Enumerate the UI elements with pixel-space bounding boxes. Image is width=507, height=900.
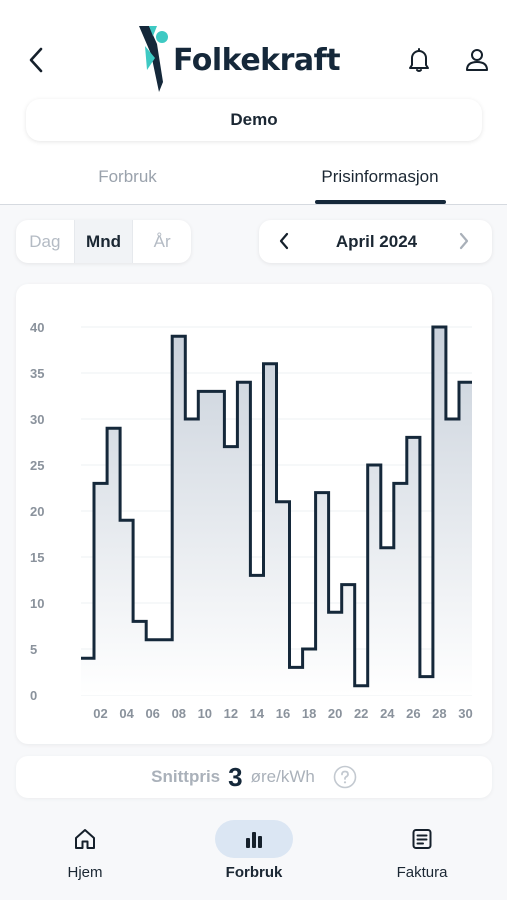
account-name: Demo [230,110,278,129]
question-circle-icon [333,765,357,789]
price-chart-card: 0 5 10 15 20 25 30 35 40 02 04 06 08 10 12 14 16 18 20 22 2… [16,284,492,744]
x-tick-label: 20 [328,706,342,721]
nav-item-faktura[interactable]: Faktura [362,806,482,900]
back-button[interactable] [20,44,52,76]
period-option-ar[interactable]: År [133,220,191,263]
y-tick-label: 10 [30,596,44,611]
period-option-mnd[interactable]: Mnd [73,220,134,263]
logo-text: Folkekraft [173,42,341,78]
price-chart: 0 5 10 15 20 25 30 35 40 02 04 06 08 10 12 14 16 18 20 22 2… [30,320,473,721]
x-tick-label: 06 [145,706,159,721]
x-tick-label: 02 [93,706,107,721]
x-tick-label: 08 [172,706,186,721]
bar-chart-icon [246,832,262,848]
chevron-left-icon [29,47,43,73]
next-month-button[interactable] [449,226,479,256]
logo-mark-icon [139,26,168,92]
current-month-label: April 2024 [335,231,418,251]
help-button[interactable] [333,765,357,789]
average-price-value: 3 [228,761,243,792]
nav-icon-wrap [46,820,124,858]
tab-label: Prisinformasjon [321,167,439,186]
y-tick-label: 20 [30,504,44,519]
nav-item-hjem[interactable]: Hjem [25,806,145,900]
x-tick-label: 16 [276,706,290,721]
y-tick-label: 35 [30,366,44,381]
x-tick-label: 28 [432,706,446,721]
tab-label: Forbruk [98,167,157,186]
previous-month-button[interactable] [269,226,299,256]
nav-label: Forbruk [225,864,283,881]
user-icon [466,49,488,71]
app-header: Folkekraft Demo Forbruk Prisinformasjon [0,0,507,205]
x-tick-label: 30 [458,706,472,721]
nav-item-forbruk[interactable]: Forbruk [194,806,314,900]
tab-prisinformasjon[interactable]: Prisinformasjon [300,150,460,204]
x-tick-label: 24 [380,706,395,721]
chevron-right-icon [459,232,469,250]
notifications-button[interactable] [402,42,436,78]
y-tick-label: 15 [30,550,44,565]
x-tick-label: 26 [406,706,420,721]
chevron-left-icon [279,232,289,250]
average-price-unit: øre/kWh [250,767,315,786]
tab-bar: Forbruk Prisinformasjon [0,150,507,205]
x-tick-label: 18 [302,706,316,721]
y-tick-label: 25 [30,458,44,473]
x-tick-label: 12 [224,706,238,721]
account-selector[interactable]: Demo [26,99,482,141]
y-tick-label: 30 [30,412,44,427]
period-option-dag[interactable]: Dag [16,220,74,263]
invoice-icon [412,829,432,849]
x-tick-label: 14 [250,706,265,721]
average-price-label: Snittpris [151,767,221,786]
y-tick-label: 0 [30,688,37,703]
nav-icon-wrap [215,820,293,858]
active-tab-indicator [315,200,446,204]
bottom-navigation: Hjem Forbruk Faktura [0,806,507,900]
folkekraft-logo: Folkekraft [135,24,341,94]
y-tick-label: 5 [30,642,37,657]
profile-button[interactable] [460,42,494,78]
month-picker: April 2024 [259,220,492,263]
y-tick-label: 40 [30,320,44,335]
home-icon [75,829,95,849]
nav-label: Faktura [396,864,448,881]
bell-icon [409,48,429,72]
x-tick-label: 04 [119,706,134,721]
x-tick-label: 22 [354,706,368,721]
x-tick-label: 10 [198,706,212,721]
nav-label: Hjem [67,864,103,881]
average-price-card: Snittpris 3 øre/kWh [16,756,492,798]
tab-forbruk[interactable]: Forbruk [40,150,215,204]
period-segmented-control: Dag Mnd År [16,220,191,263]
nav-icon-wrap [383,820,461,858]
